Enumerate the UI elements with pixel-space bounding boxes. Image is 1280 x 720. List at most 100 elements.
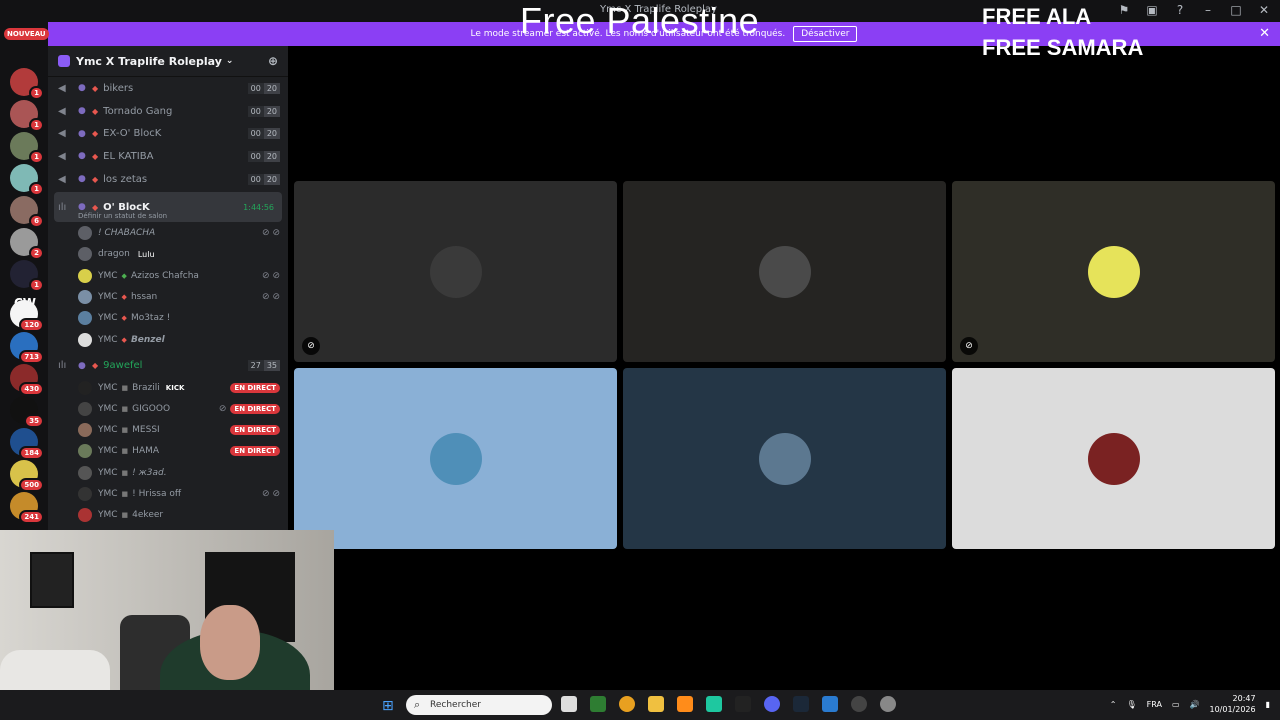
- server-icon[interactable]: 1: [10, 164, 44, 196]
- voice-member[interactable]: YMC ■ GIGOOO ⊘ EN DIRECT: [48, 398, 288, 419]
- member-tag: YMC: [98, 334, 118, 345]
- badge-icon: ■: [121, 468, 129, 477]
- member-name: ! ж3ad.: [132, 467, 167, 478]
- add-member-icon[interactable]: ⊕: [268, 54, 278, 68]
- chrome-icon[interactable]: [619, 696, 635, 712]
- disable-streamer-mode-button[interactable]: Désactiver: [793, 26, 858, 42]
- server-icon[interactable]: 1: [10, 68, 44, 100]
- app-icon[interactable]: [706, 696, 722, 712]
- voice-channel[interactable]: ◀ ● ◆ bikers 00 20: [48, 77, 288, 100]
- photos-icon[interactable]: [822, 696, 838, 712]
- voice-member[interactable]: dragon Lulu: [48, 244, 288, 265]
- wall-poster: [30, 552, 74, 608]
- participant-tile[interactable]: [294, 368, 617, 549]
- server-icon[interactable]: 1: [10, 260, 44, 292]
- diamond-icon: ◆: [121, 335, 127, 344]
- server-icon[interactable]: 241: [10, 492, 44, 524]
- voice-member[interactable]: YMC ◆ Benzel: [48, 329, 288, 350]
- badge-icon: ■: [121, 404, 129, 413]
- voice-channel[interactable]: ◀ ● ◆ EL KATIBA 00 20: [48, 145, 288, 168]
- voice-channel[interactable]: ılı ● ◆ 9awefel 27 35: [48, 354, 288, 377]
- microphone-icon[interactable]: 🎙: [1126, 700, 1136, 709]
- group-icon: ●: [78, 151, 86, 162]
- voice-channel[interactable]: ◀ ● ◆ Tornado Gang 00 20: [48, 100, 288, 123]
- avatar: [429, 245, 482, 298]
- app-icon[interactable]: [677, 696, 693, 712]
- voice-member[interactable]: YMC ◆ Mo3taz !: [48, 308, 288, 329]
- server-icon[interactable]: 713: [10, 332, 44, 364]
- unread-badge: 713: [19, 350, 44, 364]
- group-icon: ●: [78, 106, 86, 117]
- avatar: [78, 423, 92, 438]
- close-icon[interactable]: ✕: [1259, 26, 1270, 41]
- server-icon[interactable]: 1: [10, 100, 44, 132]
- clock[interactable]: 20:47 10/01/2026: [1209, 693, 1255, 715]
- server-icon[interactable]: 500: [10, 460, 44, 492]
- participant-tile[interactable]: [623, 368, 946, 549]
- user-count: 00 20: [247, 128, 280, 140]
- app-icon[interactable]: [590, 696, 606, 712]
- channel-name: Tornado Gang: [103, 105, 173, 117]
- screen-share-icon[interactable]: ▣: [1144, 2, 1160, 18]
- server-icon[interactable]: 35: [10, 396, 44, 428]
- app-icon[interactable]: [735, 696, 751, 712]
- voice-channel[interactable]: ◀ ● ◆ los zetas 00 20: [48, 168, 288, 191]
- avatar: [1087, 432, 1140, 485]
- taskbar-search[interactable]: ⌕ Rechercher: [406, 695, 552, 715]
- chevron-up-icon[interactable]: ⌃: [1110, 700, 1117, 709]
- server-icon[interactable]: 184: [10, 428, 44, 460]
- participant-tile[interactable]: ⊘: [294, 181, 617, 362]
- close-window-button[interactable]: ✕: [1256, 2, 1272, 18]
- folder-icon[interactable]: [648, 696, 664, 712]
- file-explorer-icon[interactable]: [561, 696, 577, 712]
- avatar: [1087, 245, 1140, 298]
- server-icon[interactable]: 120: [10, 300, 44, 332]
- voice-channel[interactable]: ◀ ● ◆ EX-O' BlocK 00 20: [48, 122, 288, 145]
- avatar: [78, 401, 92, 416]
- steam-icon[interactable]: [793, 696, 809, 712]
- server-icon[interactable]: 1: [10, 132, 44, 164]
- participant-tile[interactable]: [623, 181, 946, 362]
- windows-start-icon[interactable]: ⊞: [382, 698, 394, 714]
- voice-member[interactable]: YMC ■ MESSI EN DIRECT: [48, 420, 288, 441]
- system-tray: ⌃ 🎙 FRA ▭ 🔊 20:47 10/01/2026 ▮: [1110, 693, 1270, 715]
- active-voice-channel[interactable]: ılı ● ◆ O' BlocK 1:44:56 Définir un statut…: [54, 192, 282, 223]
- voice-member[interactable]: YMC ◆ hssan ⊘ ⊘: [48, 286, 288, 307]
- voice-member[interactable]: YMC ■ 4ekeer: [48, 505, 288, 526]
- voice-member[interactable]: YMC ■ Brazili KICK EN DIRECT: [48, 377, 288, 398]
- language-indicator[interactable]: FRA: [1147, 700, 1162, 709]
- search-icon: ⌕: [414, 698, 421, 711]
- volume-icon[interactable]: 🔊: [1190, 700, 1200, 709]
- help-icon[interactable]: ?: [1172, 2, 1188, 18]
- user-count: 00 20: [247, 82, 280, 94]
- server-header[interactable]: Ymc X Traplife Roleplay ⌄ ⊕: [48, 46, 288, 77]
- minimize-button[interactable]: –: [1200, 2, 1216, 18]
- voice-member[interactable]: ! CHABACHA ⊘ ⊘: [48, 222, 288, 243]
- participant-tile[interactable]: ⊘: [952, 181, 1275, 362]
- set-channel-status[interactable]: Définir un statut de salon: [78, 212, 167, 220]
- channel-name: EL KATIBA: [103, 150, 154, 162]
- notification-icon[interactable]: ▮: [1266, 700, 1270, 709]
- server-icon[interactable]: 430: [10, 364, 44, 396]
- avatar: [78, 487, 92, 502]
- user-count: 27 35: [247, 360, 280, 372]
- diamond-icon: ◆: [92, 106, 99, 116]
- discord-icon[interactable]: [764, 696, 780, 712]
- network-icon[interactable]: ▭: [1172, 700, 1180, 709]
- participant-tile[interactable]: [952, 368, 1275, 549]
- app-icon[interactable]: [851, 696, 867, 712]
- member-tag: YMC: [98, 291, 118, 302]
- voice-member[interactable]: YMC ■! Hrissa off ⊘ ⊘: [48, 483, 288, 504]
- settings-icon[interactable]: [880, 696, 896, 712]
- voice-member[interactable]: YMC ◆ Azizos Chafcha ⊘ ⊘: [48, 265, 288, 286]
- server-icon[interactable]: 6: [10, 196, 44, 228]
- maximize-button[interactable]: □: [1228, 2, 1244, 18]
- voice-member[interactable]: YMC ■! ж3ad.: [48, 462, 288, 483]
- voice-member[interactable]: YMC ■ HAMA EN DIRECT: [48, 441, 288, 462]
- server-icon[interactable]: 2: [10, 228, 44, 260]
- user-count: 00 20: [247, 150, 280, 162]
- diamond-icon: ◆: [121, 314, 127, 323]
- inbox-icon[interactable]: ⚑: [1116, 2, 1132, 18]
- unread-badge: 430: [19, 382, 44, 396]
- channel-name: bikers: [103, 82, 134, 94]
